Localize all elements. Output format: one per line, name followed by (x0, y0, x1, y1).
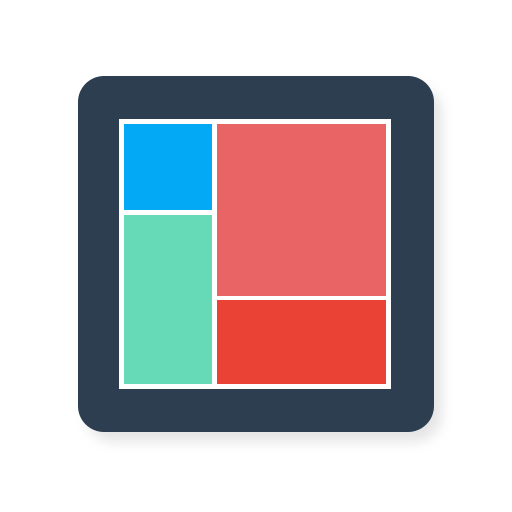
block-top-right (217, 124, 386, 296)
block-bottom-right (217, 300, 386, 384)
app-icon (0, 0, 512, 512)
block-top-left (124, 124, 212, 210)
layout-grid-icon (119, 119, 391, 389)
block-bottom-left (124, 215, 212, 384)
